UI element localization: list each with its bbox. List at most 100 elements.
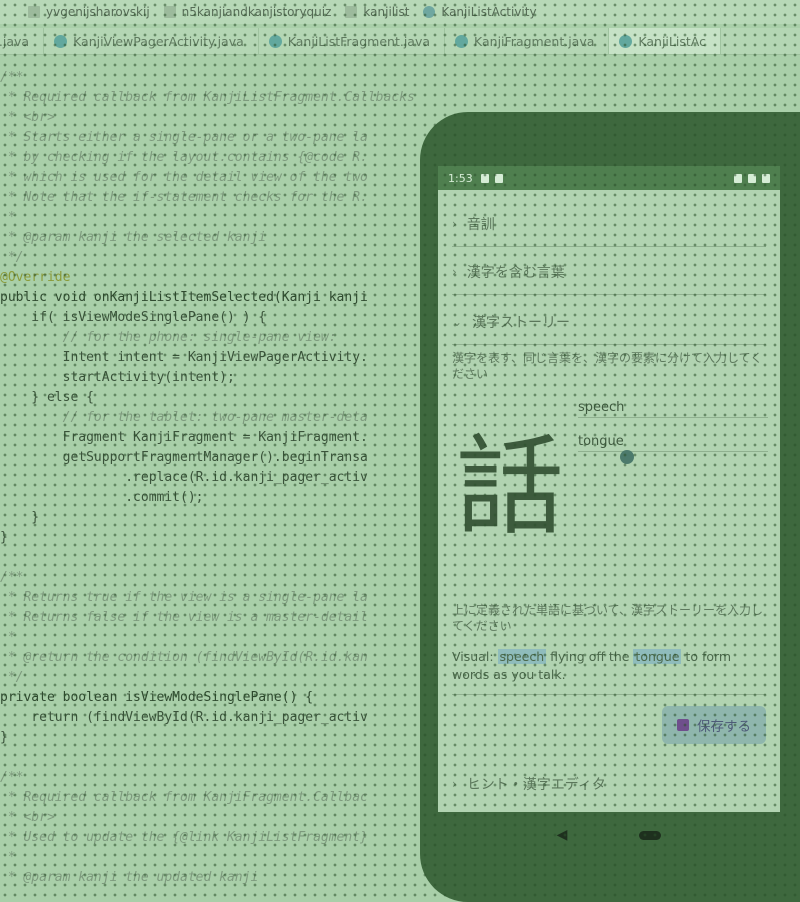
battery-icon — [762, 173, 770, 183]
breadcrumb-label: kanjilist — [363, 5, 410, 19]
phone-screen: 1:53 › 音訓 › 漢字を含む言葉 ⌄ 漢字ストーリー 漢字を表す、同じ言葉… — [438, 166, 780, 812]
class-icon — [423, 6, 436, 18]
code-line: * Returns true if the view is a single-p… — [0, 590, 368, 605]
code-line: * Used to update the {@link KanjiListFra… — [0, 830, 368, 845]
package-icon — [345, 6, 358, 18]
code-line: } — [0, 530, 8, 545]
kanji-display: 話 — [456, 425, 565, 550]
navigation-bar: ◀ — [438, 812, 780, 858]
tab-file[interactable]: KanjiViewPagerActivity.java — [44, 28, 259, 54]
chevron-down-icon: ⌄ — [452, 315, 463, 329]
row-label: 音訓 — [466, 217, 495, 233]
code-line: * Note that the if-statement checks for … — [0, 190, 368, 205]
divider — [452, 694, 766, 695]
breadcrumb-item[interactable]: n5kanjiandkanjistoryquiz — [163, 5, 332, 19]
story-text[interactable]: Visual: speech flying off the tongue to … — [452, 648, 770, 684]
code-line: private boolean isViewModeSinglePane() { — [0, 690, 314, 705]
story-keyword-2: tongue — [633, 649, 682, 664]
code-line: * Starts either a single-pane or a two-p… — [0, 130, 368, 145]
class-icon — [455, 34, 469, 48]
tab-label: KanjiFragment.java — [474, 33, 595, 49]
story-hint: 上に定義された単語に基づいて、漢字ストーリーを入力してください — [452, 603, 764, 633]
tab-label: KanjiListFragment.java — [287, 33, 431, 49]
hint-editor-row[interactable]: › ヒント・漢字エディタ — [452, 762, 766, 806]
save-label: 保存する — [697, 719, 751, 735]
tab-file[interactable]: KanjiListFragment.java — [259, 28, 446, 54]
code-line: } — [0, 730, 8, 745]
breadcrumb: yvgenijsharovskij n5kanjiandkanjistoryqu… — [0, 0, 800, 24]
code-line: * <br> — [0, 110, 55, 125]
tab-label: KanjiViewPagerActivity.java — [73, 33, 244, 49]
breadcrumb-item[interactable]: kanjilist — [345, 5, 409, 19]
code-line: public void onKanjiListItemSelected(Kanj… — [0, 290, 368, 305]
keyword-field-2[interactable]: tongue — [578, 426, 768, 452]
breadcrumb-item[interactable]: yvgenijsharovskij — [28, 5, 150, 19]
tab-label: t.java — [0, 33, 30, 49]
code-line: getSupportFragmentManager().beginTransa — [0, 450, 368, 465]
code-line: * @return the condition (findViewById(R.… — [0, 650, 368, 665]
editor-tabs: t.java KanjiViewPagerActivity.java Kanji… — [0, 28, 800, 55]
save-icon — [677, 719, 689, 731]
wifi-icon — [734, 173, 742, 183]
class-icon — [54, 34, 68, 48]
chevron-right-icon: › — [452, 777, 457, 791]
code-line: @Override — [0, 270, 71, 285]
breadcrumb-label: yvgenijsharovskij — [46, 5, 150, 19]
story-keyword-1: speech — [497, 649, 547, 664]
folder-icon — [163, 6, 176, 18]
code-line: } else { — [0, 390, 94, 405]
text-cursor-handle[interactable] — [620, 450, 634, 464]
story-prefix: Visual: — [452, 649, 498, 664]
code-line: Fragment KanjiFragment = KanjiFragment. — [0, 430, 368, 445]
code-line: /** — [0, 770, 24, 785]
signal-icon — [748, 173, 756, 183]
tab-file[interactable]: t.java — [0, 28, 45, 54]
code-line: * which is used for the detail view of t… — [0, 170, 368, 185]
chevron-right-icon: › — [452, 217, 457, 231]
back-icon[interactable]: ◀ — [557, 827, 568, 843]
code-line: * Required callback from KanjiListFragme… — [0, 90, 415, 105]
kanji-story-row[interactable]: ⌄ 漢字ストーリー — [452, 300, 766, 345]
breadcrumb-label: n5kanjiandkanjistoryquiz — [181, 5, 332, 19]
breadcrumb-item[interactable]: KanjiListActivity — [423, 5, 537, 19]
code-line: if( isViewModeSinglePane() ) { — [0, 310, 267, 325]
code-line: startActivity(intent); — [0, 370, 235, 385]
settings-icon — [480, 173, 489, 183]
sd-card-icon — [494, 173, 503, 183]
story-mid: flying off the — [546, 649, 634, 664]
home-icon[interactable] — [639, 830, 662, 840]
row-label: 漢字を含む言葉 — [466, 265, 565, 281]
row-label: 漢字ストーリー — [472, 315, 571, 331]
code-line: .commit(); — [0, 490, 204, 505]
save-button[interactable]: 保存する — [662, 706, 766, 744]
status-time: 1:53 — [448, 171, 473, 185]
row-label: ヒント・漢字エディタ — [466, 777, 606, 793]
tab-file-active[interactable]: KanjiListAc — [609, 28, 721, 54]
code-line: * — [0, 850, 16, 865]
code-line: // for the phone: single-pane view: — [0, 330, 337, 345]
reading-row[interactable]: › 音訓 — [452, 202, 766, 247]
code-line: // for the tablet: two-pane master-deta — [0, 410, 368, 425]
code-line: * — [0, 210, 16, 225]
keyword-field-1[interactable]: speech — [578, 392, 768, 418]
code-line: */ — [0, 250, 24, 265]
class-icon — [619, 34, 633, 48]
chevron-right-icon: › — [452, 265, 457, 279]
code-line: */ — [0, 670, 24, 685]
status-bar: 1:53 — [438, 166, 780, 190]
code-line: /** — [0, 570, 24, 585]
tab-label: KanjiListAc — [638, 33, 706, 49]
code-line: * — [0, 630, 16, 645]
code-line: .replace(R.id.kanji_pager_activ — [0, 470, 368, 485]
vocabulary-row[interactable]: › 漢字を含む言葉 — [452, 250, 766, 295]
tab-file[interactable]: KanjiFragment.java — [445, 28, 610, 54]
folder-icon — [28, 6, 40, 18]
code-line: * Returns false if the view is a master-… — [0, 610, 368, 625]
code-line: * by checking if the layout.contains {@c… — [0, 150, 368, 165]
class-icon — [268, 34, 282, 48]
code-line: * Required callback from KanjiFragment.C… — [0, 790, 368, 805]
code-line: } — [0, 510, 40, 525]
code-line: Intent intent = KanjiViewPagerActivity. — [0, 350, 368, 365]
keyword-hint: 漢字を表す、同じ言葉を、漢字の要素に分けて入力してください — [452, 351, 763, 381]
code-line: * <br> — [0, 810, 55, 825]
